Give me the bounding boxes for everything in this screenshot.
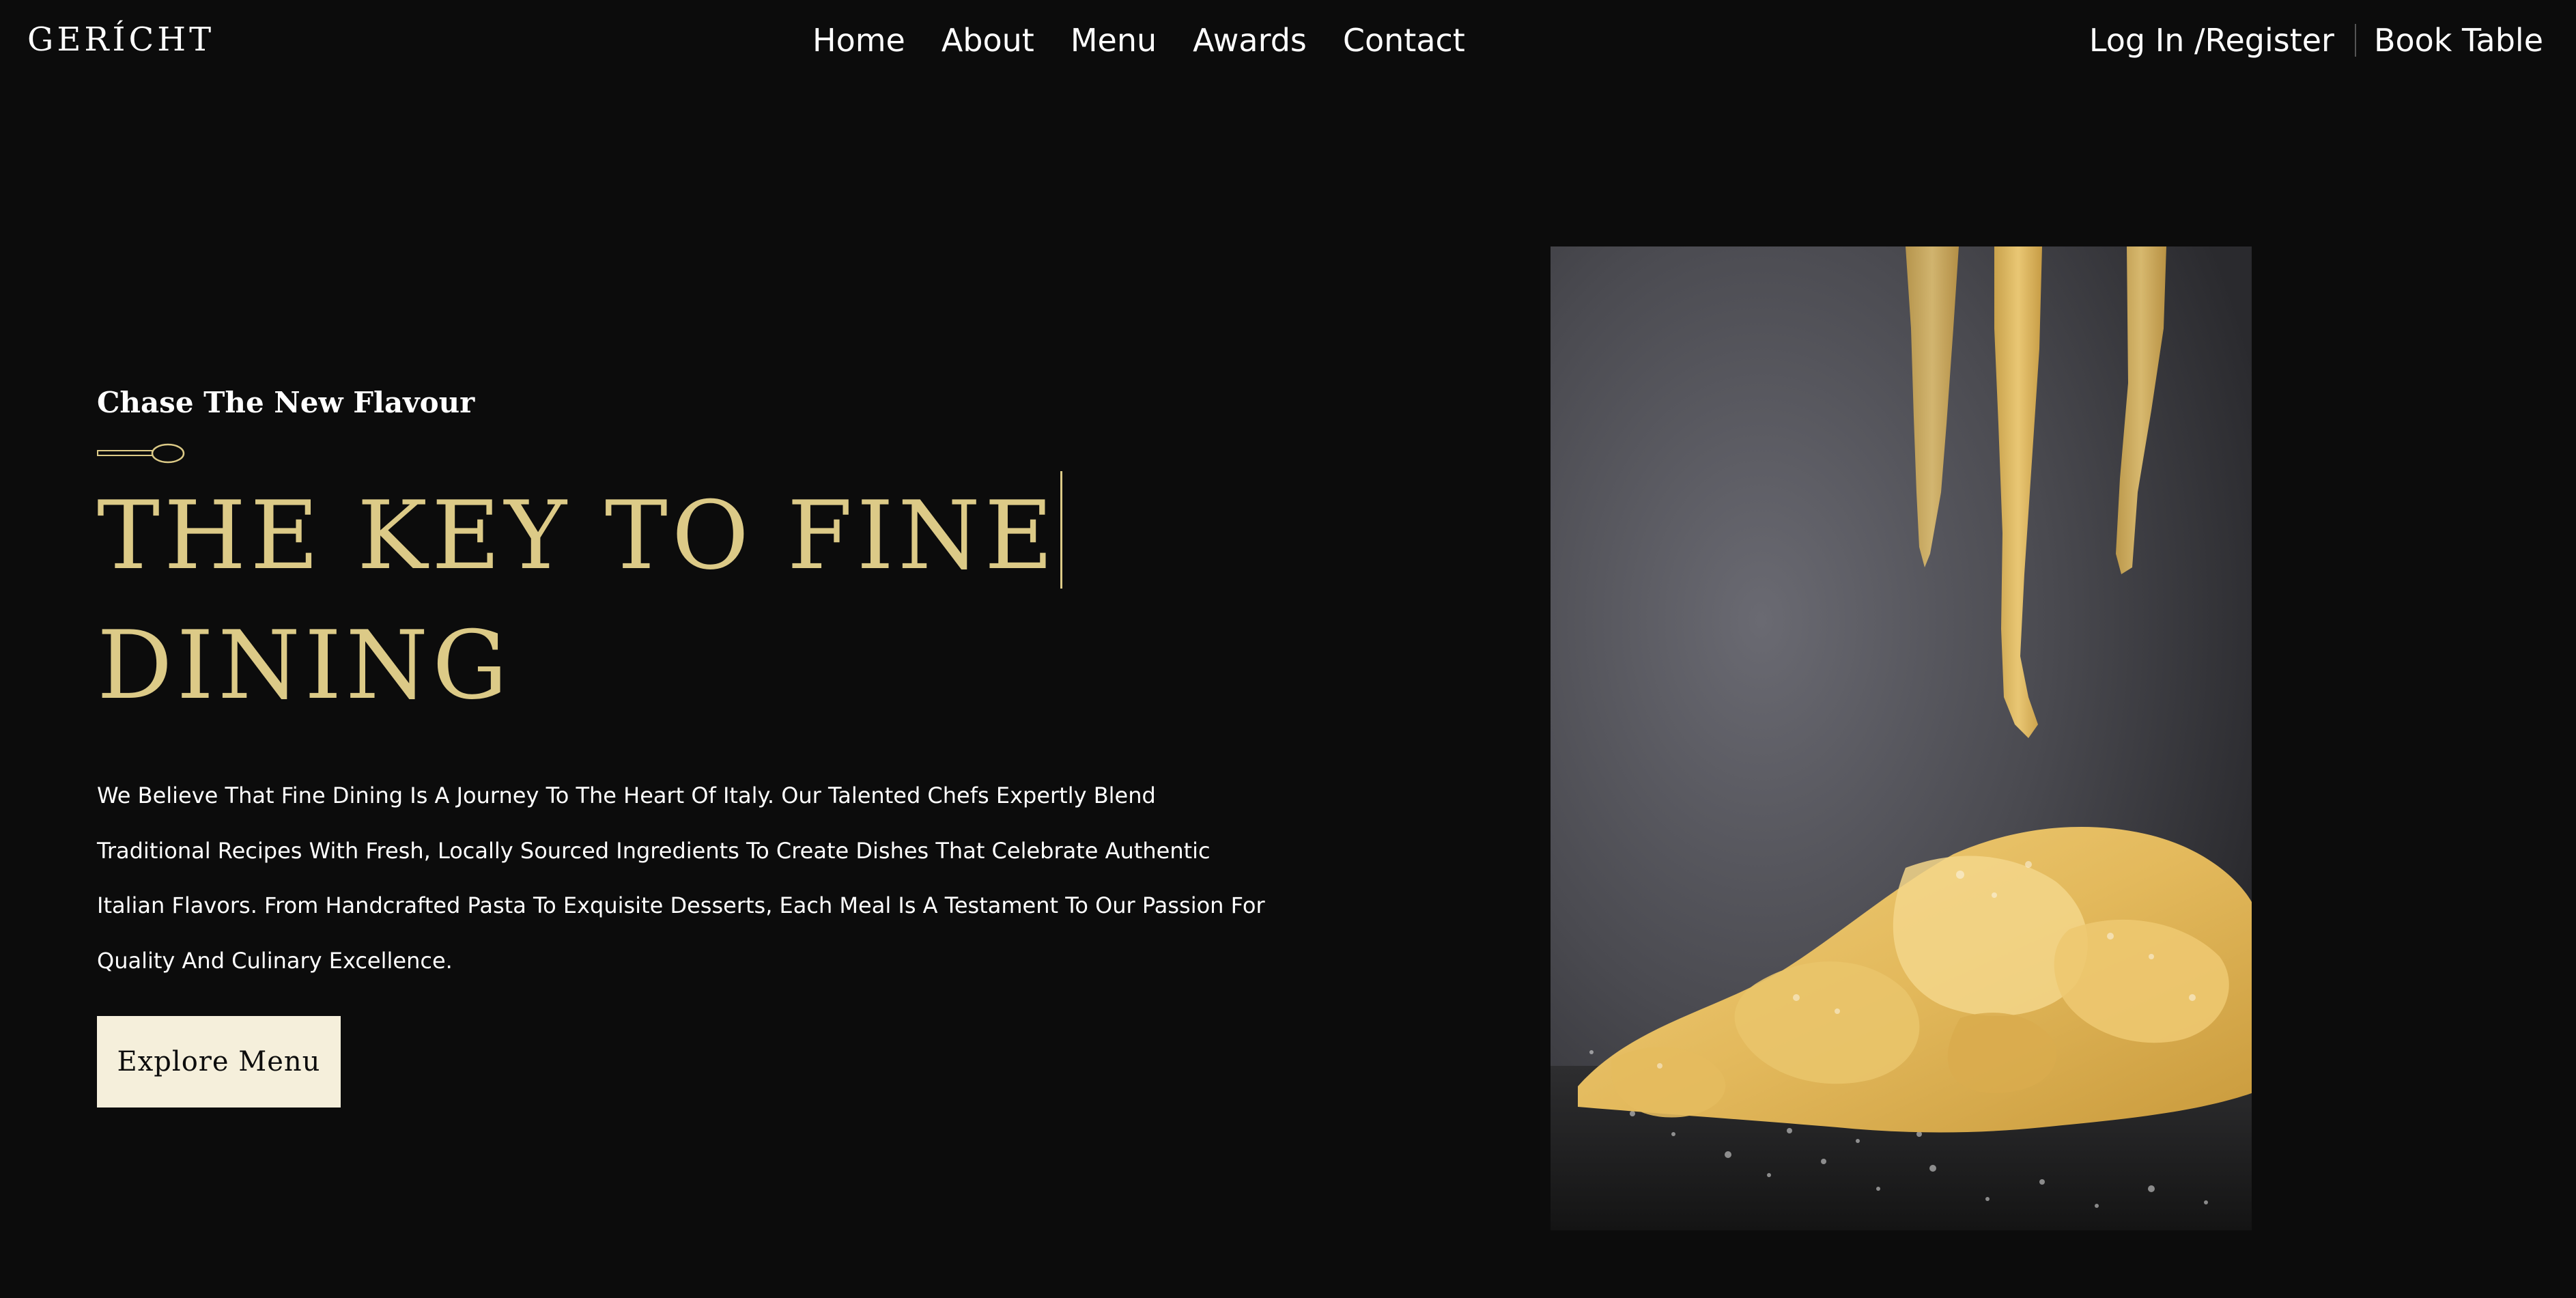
explore-menu-button[interactable]: Explore Menu — [97, 1016, 341, 1107]
hero-tagline: Chase The New Flavour — [97, 386, 475, 419]
hero-description: We Believe That Fine Dining Is A Journey… — [97, 782, 1265, 974]
nav-link-contact[interactable]: Contact — [1343, 22, 1465, 59]
nav-link-awards[interactable]: Awards — [1193, 22, 1307, 59]
nav-link-home[interactable]: Home — [812, 22, 905, 59]
navbar: GERÍCHT Home About Menu Awards Contact L… — [0, 0, 2576, 89]
pasta-image — [1551, 246, 2252, 1230]
book-table-link[interactable]: Book Table — [2374, 22, 2543, 59]
spoon-icon — [97, 443, 185, 464]
text-caret — [1060, 471, 1062, 589]
nav-links: Home About Menu Awards Contact — [812, 22, 1501, 59]
hero-headline-line1: THE KEY TO FINE — [97, 481, 1058, 591]
hero-headline-line: THE KEY TO FINE — [97, 471, 1121, 601]
logo[interactable]: GERÍCHT — [27, 20, 214, 59]
nav-link-menu[interactable]: Menu — [1071, 22, 1157, 59]
login-register-link[interactable]: Log In /Register — [2089, 22, 2334, 59]
nav-divider — [2354, 24, 2356, 57]
nav-right: Log In /Register Book Table — [2089, 22, 2543, 59]
hero-headline: THE KEY TO FINE DINING — [97, 471, 1121, 731]
hero-headline-line2: DINING — [97, 610, 512, 720]
nav-link-about[interactable]: About — [942, 22, 1034, 59]
